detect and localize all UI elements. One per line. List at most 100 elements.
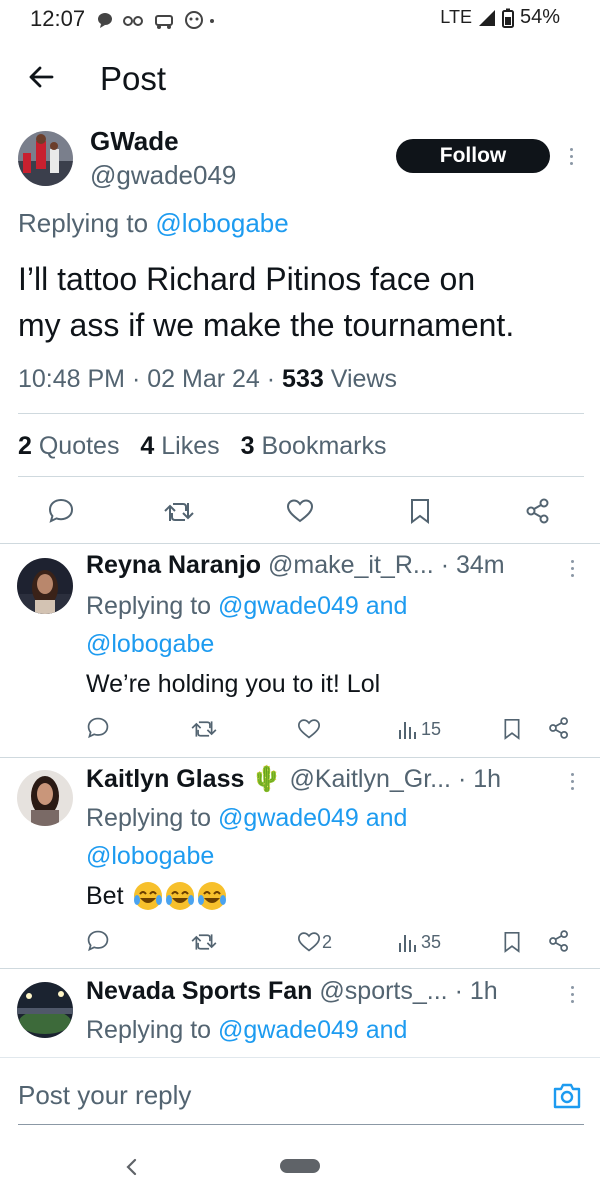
post-text-line: I’ll tattoo Richard Pitinos face on [18, 261, 476, 297]
status-bar: 12:07 LTE 54% [0, 0, 600, 40]
and-text: and [365, 592, 408, 620]
reply-text-content: Bet [86, 881, 124, 910]
bookmarks-stat[interactable]: 3 Bookmarks [241, 432, 387, 460]
camera-icon[interactable] [552, 1082, 582, 1110]
reply-time: · 1h [454, 977, 498, 1005]
avatar[interactable] [17, 770, 73, 826]
mention-link[interactable]: @gwade049 [218, 804, 359, 832]
mention-link[interactable]: @lobogabe [86, 630, 214, 658]
reply-icon[interactable] [47, 497, 75, 525]
reply-header: Reyna Naranjo @make_it_R... · 34m [86, 551, 505, 580]
reply-text: Bet [86, 880, 228, 912]
avatar[interactable] [17, 558, 73, 614]
quotes-label: Quotes [38, 432, 120, 460]
views-icon[interactable] [398, 931, 418, 953]
like-icon[interactable] [297, 718, 321, 740]
more-options-icon[interactable] [569, 773, 575, 790]
battery-percent: 54% [519, 6, 560, 28]
post-text-line: my ass if we make the tournament. [18, 307, 515, 343]
notification-icons [96, 10, 216, 35]
reply-icon[interactable] [86, 716, 110, 740]
nav-home-pill[interactable] [280, 1159, 320, 1173]
nav-back-icon[interactable] [124, 1158, 138, 1176]
post-meta: 10:48 PM · 02 Mar 24 · 533 Views [18, 365, 397, 394]
views-label: Views [330, 365, 397, 393]
replying-to-line: Replying to @lobogabe [18, 208, 289, 239]
divider [0, 757, 600, 758]
cactus-emoji: 🌵 [251, 765, 283, 793]
reply-time: · 1h [457, 765, 502, 793]
post-text: I’ll tattoo Richard Pitinos face on my a… [18, 256, 514, 348]
composer-underline [18, 1124, 584, 1125]
divider [18, 413, 584, 414]
follow-button[interactable]: Follow [396, 139, 550, 173]
reply-author-handle[interactable]: @Kaitlyn_Gr... [289, 765, 451, 793]
quotes-count: 2 [18, 432, 32, 460]
network-label: LTE [440, 7, 472, 27]
laughing-emoji-icon [133, 882, 226, 910]
likes-label: Likes [161, 432, 220, 460]
divider [0, 543, 600, 544]
mention-link[interactable]: @gwade049 [218, 592, 359, 620]
and-text: and [365, 1016, 408, 1044]
composer-top-border [0, 1057, 600, 1058]
more-options-icon[interactable] [569, 560, 575, 577]
reply-author-name[interactable]: Nevada Sports Fan [86, 977, 312, 1005]
reply-time: · 34m [440, 551, 505, 579]
post-date: 02 Mar 24 [147, 365, 260, 393]
reply-author-name[interactable]: Kaitlyn Glass [86, 765, 244, 793]
bookmark-icon[interactable] [502, 930, 522, 954]
bookmarks-count: 3 [240, 432, 255, 460]
author-handle[interactable]: @gwade049 [90, 160, 236, 191]
replying-to-prefix: Replying to [18, 208, 149, 238]
reply-header: Kaitlyn Glass 🌵 @Kaitlyn_Gr... · 1h [86, 765, 501, 794]
page-title: Post [100, 60, 167, 97]
bookmark-icon[interactable] [502, 717, 522, 741]
mention-link[interactable]: @lobogabe [86, 842, 214, 870]
battery-icon [501, 8, 514, 28]
reply-author-handle[interactable]: @sports_... [319, 977, 447, 1005]
avatar[interactable] [18, 131, 73, 186]
views-count: 533 [282, 365, 324, 393]
replying-to-line: Replying to @gwade049 and @lobogabe [86, 587, 506, 663]
signal-icon [478, 9, 495, 26]
likes-count: 2 [322, 932, 333, 952]
author-name[interactable]: GWade [90, 126, 179, 157]
bookmark-icon[interactable] [408, 497, 432, 525]
reply-author-handle[interactable]: @make_it_R... [268, 551, 434, 579]
reply-author-name[interactable]: Reyna Naranjo [86, 551, 261, 579]
replying-to-line: Replying to @gwade049 and @lobogabe [86, 799, 506, 875]
repost-icon[interactable] [163, 499, 195, 525]
reply-header: Nevada Sports Fan @sports_... · 1h [86, 977, 498, 1006]
repost-icon[interactable] [190, 931, 218, 953]
repost-icon[interactable] [190, 718, 218, 740]
reply-icon[interactable] [86, 929, 110, 953]
share-icon[interactable] [524, 497, 552, 525]
post-time: 10:48 PM [18, 365, 126, 393]
mention-link[interactable]: @lobogabe [155, 208, 288, 238]
likes-stat[interactable]: 4 Likes [140, 432, 219, 460]
bookmarks-label: Bookmarks [261, 432, 387, 460]
reply-input[interactable]: Post your reply [18, 1080, 191, 1111]
meta-separator: · [266, 365, 276, 393]
more-options-icon[interactable] [569, 986, 575, 1003]
views-count: 15 [421, 719, 442, 739]
post-stats: 2 Quotes 4 Likes 3 Bookmarks [18, 432, 387, 461]
like-icon[interactable] [286, 498, 314, 524]
mention-link[interactable]: @gwade049 [218, 1016, 359, 1044]
views-icon[interactable] [398, 718, 418, 740]
share-icon[interactable] [547, 929, 571, 953]
replying-to-prefix: Replying to [86, 1016, 212, 1044]
meta-separator: · [131, 365, 141, 393]
status-time: 12:07 [30, 6, 86, 31]
like-icon[interactable] [297, 931, 321, 953]
replying-to-line: Replying to @gwade049 and [86, 1011, 506, 1049]
and-text: and [365, 804, 408, 832]
back-arrow-icon[interactable] [26, 62, 56, 92]
share-icon[interactable] [547, 716, 571, 740]
more-options-icon[interactable] [568, 148, 574, 165]
quotes-stat[interactable]: 2 Quotes [18, 432, 119, 460]
status-right: LTE 54% [440, 6, 560, 29]
replying-to-prefix: Replying to [86, 592, 212, 620]
avatar[interactable] [17, 982, 73, 1038]
